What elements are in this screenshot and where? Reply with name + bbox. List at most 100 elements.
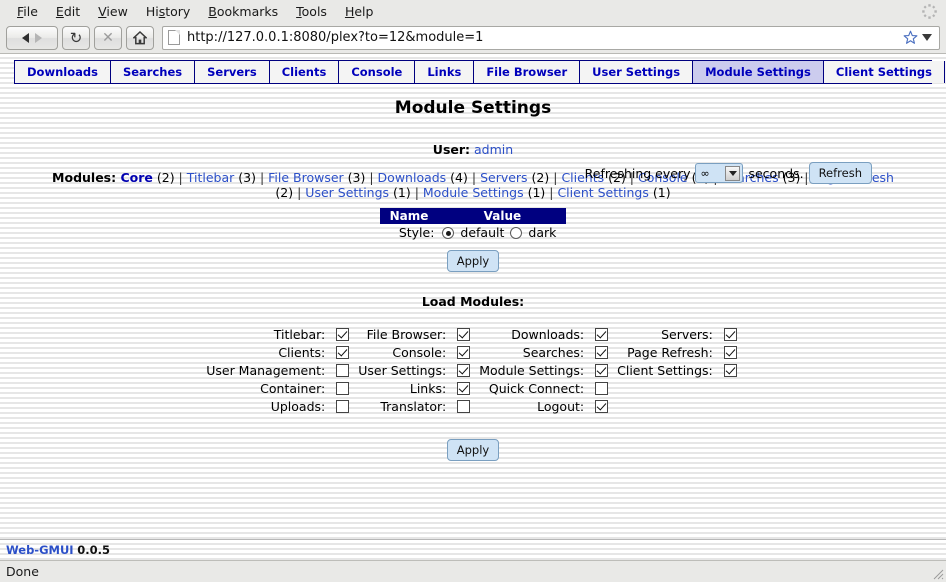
radio-button-default[interactable]	[442, 227, 455, 239]
checkbox-clients[interactable]	[333, 343, 355, 361]
checkbox-input[interactable]	[336, 363, 350, 377]
checkbox-translator[interactable]	[454, 397, 476, 415]
checkbox-titlebar[interactable]	[333, 325, 355, 343]
tab-file-browser[interactable]: File Browser	[474, 61, 581, 83]
user-label: User:	[432, 142, 471, 157]
checkbox-label-downloads: Downloads:	[511, 326, 585, 342]
tab-links[interactable]: Links	[415, 61, 475, 83]
module-link-titlebar[interactable]: Titlebar	[187, 170, 235, 185]
refresh-controls: Refreshing every ∞ seconds. Refresh	[585, 162, 872, 184]
checkbox-input[interactable]	[723, 327, 737, 341]
module-count: (4)	[446, 170, 468, 185]
module-link-user-settings[interactable]: User Settings	[305, 185, 389, 200]
checkbox-input[interactable]	[457, 363, 471, 377]
checkbox-input[interactable]	[595, 399, 609, 413]
back-forward-button[interactable]	[6, 25, 58, 50]
menu-item-help[interactable]: Help	[336, 2, 383, 21]
resize-grip-icon[interactable]	[930, 566, 944, 580]
checkbox-links[interactable]	[454, 379, 476, 397]
checkbox-searches[interactable]	[592, 343, 614, 361]
refresh-interval-select[interactable]: ∞	[695, 163, 744, 183]
radio-option-default[interactable]: default	[442, 225, 504, 240]
checkbox-input[interactable]	[457, 345, 471, 359]
checkbox-uploads[interactable]	[333, 397, 355, 415]
apply-style-button[interactable]: Apply	[446, 250, 500, 272]
reload-button[interactable]: ↻	[62, 25, 90, 50]
module-link-module-settings[interactable]: Module Settings	[423, 185, 524, 200]
checkbox-input[interactable]	[595, 327, 609, 341]
checkbox-input[interactable]	[336, 345, 350, 359]
tab-searches[interactable]: Searches	[110, 61, 196, 83]
tab-console[interactable]: Console	[339, 61, 416, 83]
tab-clients[interactable]: Clients	[269, 61, 340, 83]
bookmark-star-icon[interactable]	[903, 30, 918, 45]
tab-servers[interactable]: Servers	[195, 61, 270, 83]
checkbox-logout[interactable]	[592, 397, 614, 415]
settings-table-wrap: Name Value Style: default dark	[0, 208, 946, 241]
tab-downloads[interactable]: Downloads	[15, 61, 111, 83]
module-link-servers[interactable]: Servers	[480, 170, 528, 185]
checkbox-downloads[interactable]	[592, 325, 614, 343]
checkbox-quick-connect[interactable]	[592, 379, 614, 397]
checkbox-user-management[interactable]	[333, 361, 355, 379]
checkbox-input[interactable]	[336, 327, 350, 341]
module-count: (3)	[234, 170, 256, 185]
module-link-client-settings[interactable]: Client Settings	[557, 185, 648, 200]
checkbox-input[interactable]	[336, 381, 350, 395]
menu-item-edit[interactable]: Edit	[47, 2, 89, 21]
checkbox-input[interactable]	[336, 399, 350, 413]
empty-cell	[614, 397, 721, 415]
url-text[interactable]: http://127.0.0.1:8080/plex?to=12&module=…	[187, 30, 897, 45]
checkbox-client-settings[interactable]	[721, 361, 743, 379]
radio-option-dark[interactable]: dark	[510, 225, 556, 240]
checkbox-console[interactable]	[454, 343, 476, 361]
loading-throbber-icon	[922, 4, 937, 19]
menu-item-file[interactable]: File	[8, 2, 47, 21]
checkbox-file-browser[interactable]	[454, 325, 476, 343]
tab-user-settings[interactable]: User Settings	[580, 61, 694, 83]
user-name-link[interactable]: admin	[474, 142, 513, 157]
checkbox-label-clients: Clients:	[278, 344, 326, 360]
checkbox-input[interactable]	[595, 345, 609, 359]
menu-item-history[interactable]: History	[137, 2, 199, 21]
chevron-down-icon[interactable]	[922, 34, 932, 41]
stop-button[interactable]: ✕	[94, 25, 122, 50]
refresh-prefix-label: Refreshing every	[584, 165, 691, 181]
tab-client-settings[interactable]: Client Settings	[823, 61, 945, 83]
checkbox-user-settings[interactable]	[454, 361, 476, 379]
address-bar[interactable]: http://127.0.0.1:8080/plex?to=12&module=…	[162, 25, 940, 50]
checkbox-container[interactable]	[333, 379, 355, 397]
radio-button-dark[interactable]	[510, 227, 523, 239]
page-document-icon	[168, 30, 180, 45]
main-tab-bar: Downloads Searches Servers Clients Console Li…	[14, 60, 946, 84]
menu-item-tools[interactable]: Tools	[287, 2, 336, 21]
checkbox-input[interactable]	[723, 363, 737, 377]
radio-label: default	[456, 225, 505, 240]
checkbox-input[interactable]	[595, 381, 609, 395]
module-link-core[interactable]: Core	[120, 170, 152, 185]
checkbox-servers[interactable]	[721, 325, 743, 343]
module-link-downloads[interactable]: Downloads	[378, 170, 447, 185]
checkbox-input[interactable]	[457, 399, 471, 413]
chevron-down-icon[interactable]	[725, 165, 741, 181]
back-arrow-icon[interactable]	[22, 32, 29, 43]
checkbox-input[interactable]	[457, 327, 471, 341]
table-header-row: Name Value	[379, 208, 567, 224]
tab-module-settings[interactable]: Module Settings	[693, 61, 824, 83]
empty-cell	[721, 379, 743, 397]
checkbox-module-settings[interactable]	[592, 361, 614, 379]
checkbox-input[interactable]	[595, 363, 609, 377]
module-checkbox-row: Container: Links: Quick Connect:	[203, 379, 743, 397]
checkbox-label-container: Container:	[260, 380, 326, 396]
checkbox-input[interactable]	[723, 345, 737, 359]
refresh-button[interactable]: Refresh	[808, 162, 872, 184]
apply-modules-button[interactable]: Apply	[446, 439, 500, 461]
menu-item-view[interactable]: View	[89, 2, 137, 21]
checkbox-page-refresh[interactable]	[721, 343, 743, 361]
home-button[interactable]	[126, 25, 154, 50]
checkbox-input[interactable]	[457, 381, 471, 395]
module-link-file-browser[interactable]: File Browser	[268, 170, 344, 185]
menu-item-bookmarks[interactable]: Bookmarks	[199, 2, 287, 21]
app-name-link[interactable]: Web-GMUI	[6, 543, 74, 557]
status-text: Done	[6, 564, 39, 579]
